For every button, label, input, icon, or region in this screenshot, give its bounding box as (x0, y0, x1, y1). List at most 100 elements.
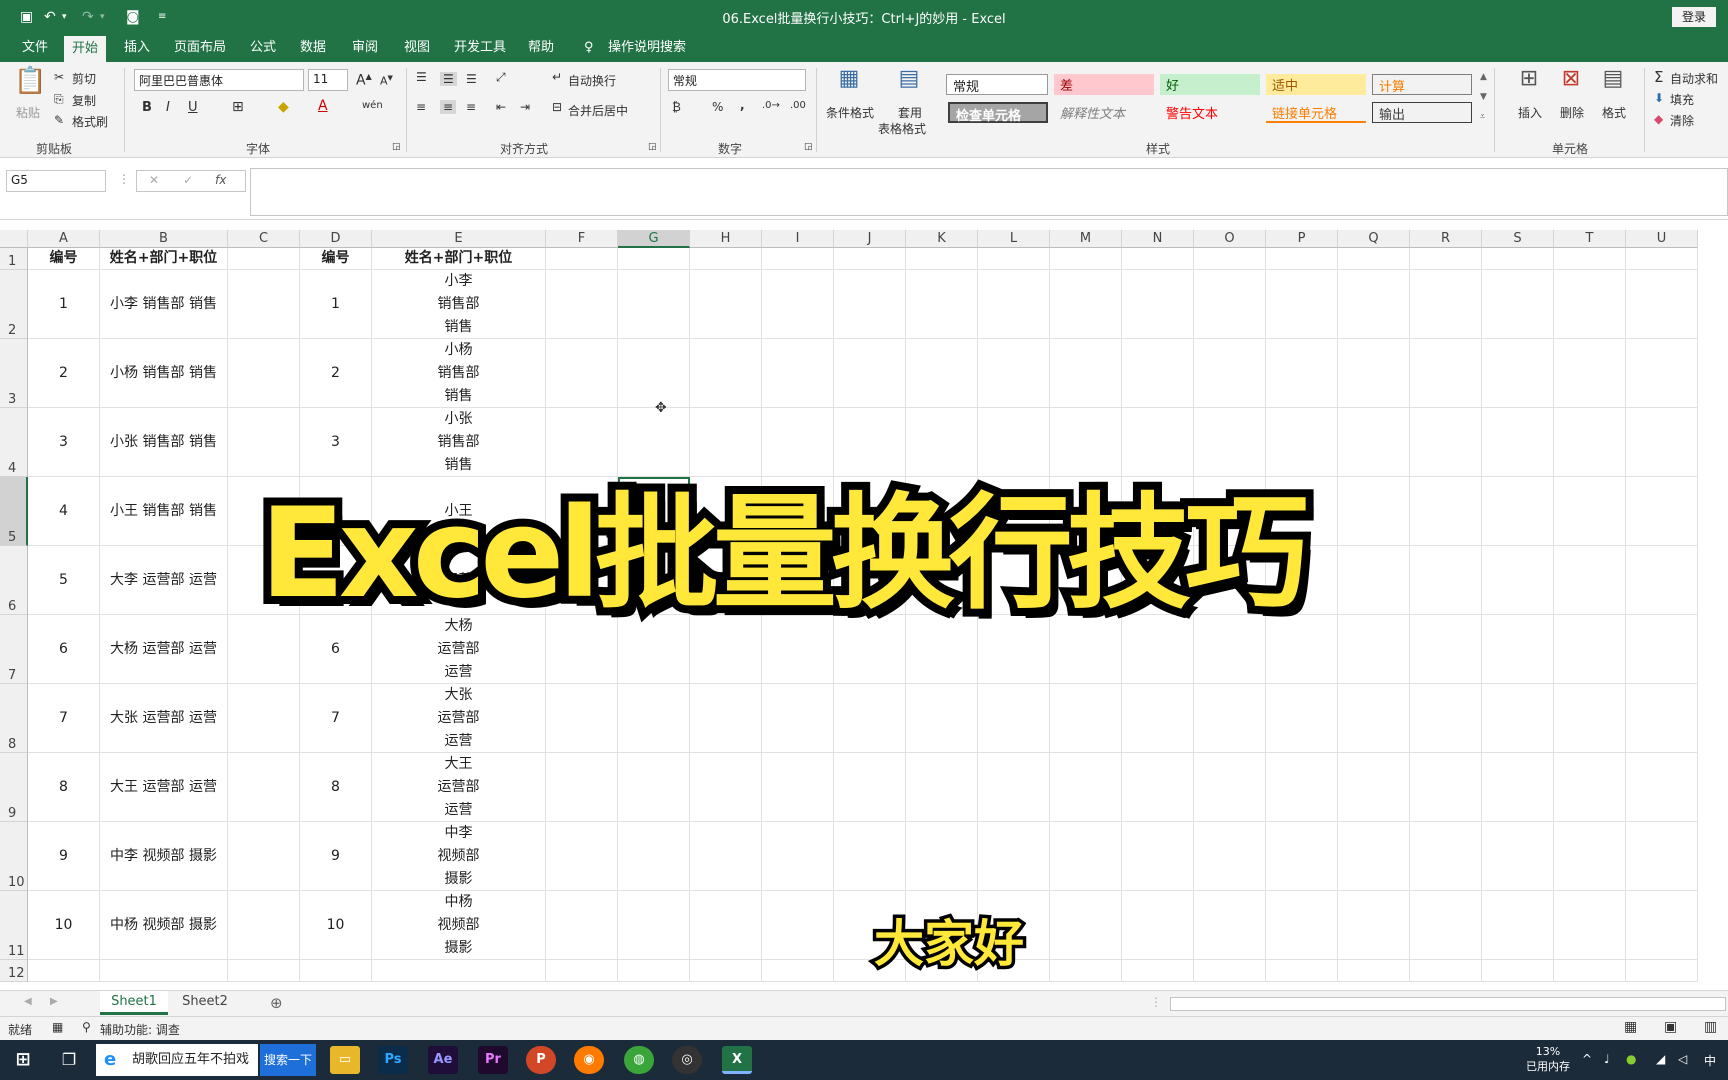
cell-p8[interactable] (1266, 684, 1338, 753)
cell-f8[interactable] (546, 684, 618, 753)
cell-l9[interactable] (978, 753, 1050, 822)
cell-t2[interactable] (1554, 270, 1626, 339)
normal-view-icon[interactable]: ▦ (1624, 1019, 1637, 1035)
merge-icon[interactable]: ⊟ (552, 100, 562, 114)
fill-button[interactable]: 填充 (1670, 91, 1694, 108)
column-header-q[interactable]: Q (1338, 230, 1410, 248)
delete-cells-button[interactable]: 删除 (1560, 104, 1584, 121)
cell-a3[interactable]: 2 (28, 339, 100, 408)
cell-r8[interactable] (1410, 684, 1482, 753)
delete-cells-icon[interactable]: ⊠ (1556, 66, 1586, 91)
autosum-icon[interactable]: Σ (1654, 68, 1663, 86)
cell-t11[interactable] (1554, 891, 1626, 960)
column-header-s[interactable]: S (1482, 230, 1554, 248)
cell-u6[interactable] (1626, 546, 1698, 615)
column-header-c[interactable]: C (228, 230, 300, 248)
next-sheet-icon[interactable]: ▶ (50, 996, 58, 1007)
row-header-12[interactable]: 12 (0, 960, 28, 982)
increase-decimal-icon[interactable]: .0→ (762, 100, 780, 111)
cell-d8[interactable]: 7 (300, 684, 372, 753)
column-header-k[interactable]: K (906, 230, 978, 248)
cell-i2[interactable] (762, 270, 834, 339)
cell-b10[interactable]: 中李 视频部 摄影 (100, 822, 228, 891)
cell-h8[interactable] (690, 684, 762, 753)
cell-p9[interactable] (1266, 753, 1338, 822)
cell-r9[interactable] (1410, 753, 1482, 822)
phonetic-guide-icon[interactable]: wén (362, 100, 383, 111)
number-format-select[interactable]: 常规 (668, 69, 806, 91)
cell-u3[interactable] (1626, 339, 1698, 408)
cell-a12[interactable] (28, 960, 100, 982)
sheet-tab-sheet2[interactable]: Sheet2 (172, 991, 238, 1015)
cell-s1[interactable] (1482, 248, 1554, 270)
cell-o3[interactable] (1194, 339, 1266, 408)
cell-t12[interactable] (1554, 960, 1626, 982)
style-linked-cell[interactable]: 链接单元格 (1266, 102, 1366, 123)
cell-t5[interactable] (1554, 477, 1626, 546)
copy-button[interactable]: 复制 (72, 92, 96, 109)
cell-s3[interactable] (1482, 339, 1554, 408)
cell-a2[interactable]: 1 (28, 270, 100, 339)
clear-button[interactable]: 清除 (1670, 112, 1694, 129)
tab-developer[interactable]: 开发工具 (446, 34, 514, 62)
row-header-1[interactable]: 1 (0, 248, 28, 270)
cell-r11[interactable] (1410, 891, 1482, 960)
cell-n11[interactable] (1122, 891, 1194, 960)
style-neutral[interactable]: 适中 (1266, 74, 1366, 95)
insert-function-button[interactable]: fx (215, 173, 226, 187)
style-explanatory[interactable]: 解释性文本 (1054, 102, 1154, 123)
tray-app-icon[interactable]: ● (1626, 1052, 1636, 1066)
cell-u1[interactable] (1626, 248, 1698, 270)
cell-j3[interactable] (834, 339, 906, 408)
cell-e12[interactable] (372, 960, 546, 982)
column-header-f[interactable]: F (546, 230, 618, 248)
align-right-icon[interactable]: ≡ (466, 100, 476, 114)
cell-r4[interactable] (1410, 408, 1482, 477)
cell-g9[interactable] (618, 753, 690, 822)
cell-a8[interactable]: 7 (28, 684, 100, 753)
cell-u11[interactable] (1626, 891, 1698, 960)
cell-c9[interactable] (228, 753, 300, 822)
cell-q7[interactable] (1338, 615, 1410, 684)
column-header-n[interactable]: N (1122, 230, 1194, 248)
cell-c2[interactable] (228, 270, 300, 339)
font-name-select[interactable]: 阿里巴巴普惠体 (134, 69, 304, 91)
cell-n2[interactable] (1122, 270, 1194, 339)
cell-o2[interactable] (1194, 270, 1266, 339)
format-as-table-icon[interactable]: ▤ (894, 66, 924, 96)
cell-o11[interactable] (1194, 891, 1266, 960)
cell-s9[interactable] (1482, 753, 1554, 822)
cell-h9[interactable] (690, 753, 762, 822)
alignment-launcher-icon[interactable]: ◲ (648, 142, 657, 152)
cell-i1[interactable] (762, 248, 834, 270)
cell-h3[interactable] (690, 339, 762, 408)
cell-h1[interactable] (690, 248, 762, 270)
paste-button[interactable]: 粘贴 (16, 104, 40, 121)
cell-g3[interactable] (618, 339, 690, 408)
firefox-icon[interactable]: ◉ (574, 1046, 604, 1074)
cell-a9[interactable]: 8 (28, 753, 100, 822)
cell-c1[interactable] (228, 248, 300, 270)
cell-o8[interactable] (1194, 684, 1266, 753)
font-color-icon[interactable]: A (318, 98, 328, 114)
cell-k10[interactable] (906, 822, 978, 891)
number-launcher-icon[interactable]: ◲ (804, 142, 813, 152)
horizontal-scrollbar[interactable] (1170, 997, 1726, 1011)
tab-formulas[interactable]: 公式 (242, 34, 284, 62)
styles-scroll-up-icon[interactable]: ▲ (1480, 72, 1487, 82)
copy-icon[interactable]: ⎘ (54, 92, 64, 107)
cell-q2[interactable] (1338, 270, 1410, 339)
cell-a5[interactable]: 4 (28, 477, 100, 546)
volume-icon[interactable]: ◁ (1678, 1052, 1687, 1066)
format-painter-button[interactable]: 格式刷 (72, 113, 108, 130)
cell-b8[interactable]: 大张 运营部 运营 (100, 684, 228, 753)
cell-s5[interactable] (1482, 477, 1554, 546)
cell-m1[interactable] (1050, 248, 1122, 270)
row-header-7[interactable]: 7 (0, 615, 28, 684)
cell-u8[interactable] (1626, 684, 1698, 753)
cell-q10[interactable] (1338, 822, 1410, 891)
format-as-table-label2[interactable]: 表格格式 (878, 120, 926, 137)
italic-button[interactable]: I (166, 100, 170, 115)
premiere-icon[interactable]: Pr (478, 1046, 508, 1074)
conditional-format-button[interactable]: 条件格式 (826, 104, 874, 121)
